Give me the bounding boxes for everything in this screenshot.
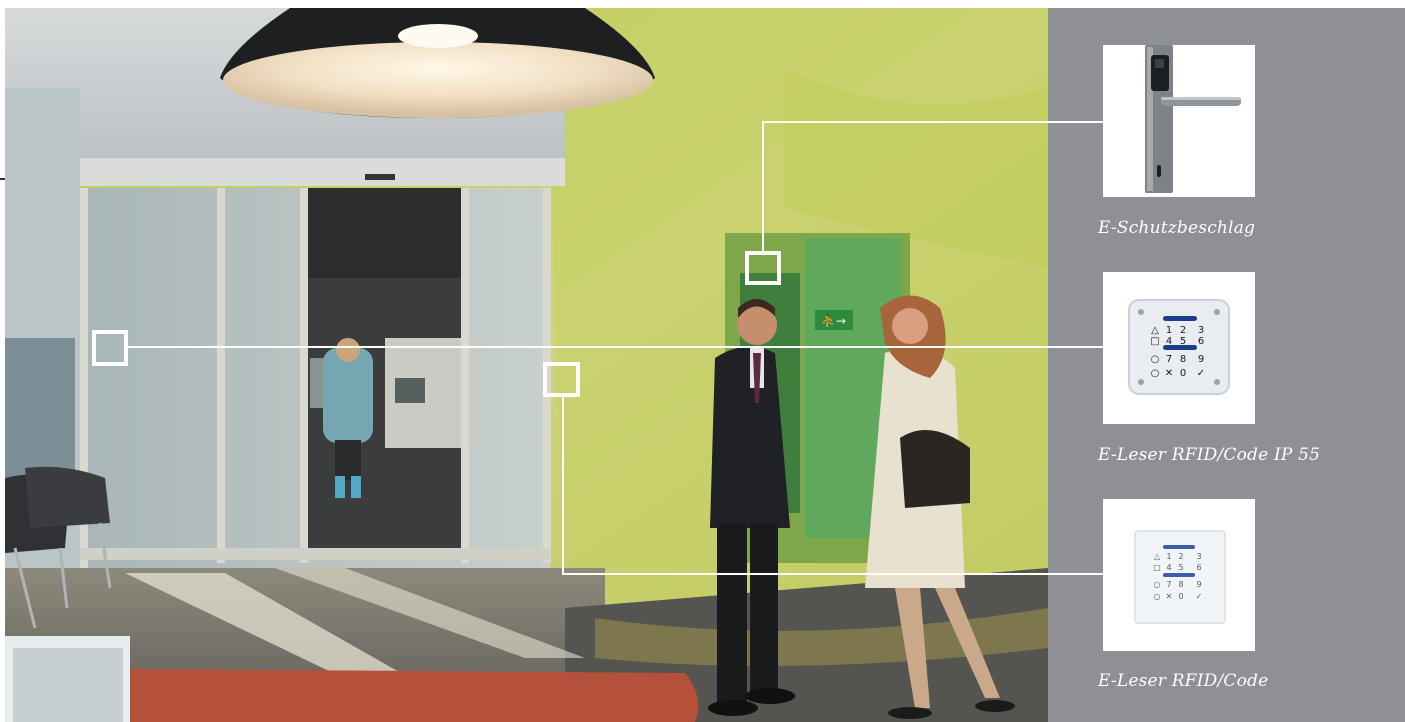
product-caption-3: E-Leser RFID/Code [1098, 671, 1269, 691]
key-4: 4 [1166, 336, 1172, 347]
flush-key-2: 2 [1178, 552, 1183, 561]
lobby-photo: ⛹→ [5, 8, 1048, 722]
key-3: 3 [1198, 325, 1204, 336]
flush-key-7: 7 [1166, 580, 1171, 589]
callout-line-1-horizontal [762, 121, 1104, 123]
key-1: 1 [1166, 325, 1172, 336]
callout-line-2-horizontal [125, 346, 1104, 348]
product-caption-2: E-Leser RFID/Code IP 55 [1098, 445, 1321, 465]
key-a: △ [1151, 325, 1159, 336]
flush-key-c: ○ [1154, 580, 1161, 589]
flush-key-ok: ✓ [1196, 592, 1203, 601]
flush-key-b: □ [1153, 563, 1161, 572]
flush-key-8: 8 [1178, 580, 1183, 589]
callout-line-1-vertical [762, 121, 764, 251]
exit-sign-text: ⛹→ [821, 313, 846, 328]
flush-key-9: 9 [1196, 580, 1201, 589]
key-d: ○ [1151, 368, 1160, 379]
location-marker-keypad-reader[interactable] [92, 330, 128, 366]
key-9: 9 [1198, 354, 1204, 365]
key-0: 0 [1180, 368, 1186, 379]
product-tile-door-handle[interactable] [1103, 45, 1255, 197]
flush-key-x: ✕ [1166, 592, 1173, 601]
flush-key-4: 4 [1166, 563, 1171, 572]
keypad-reader-icon: △ 1 2 3 □ 4 5 6 ○ 7 8 9 ○ ✕ 0 ✓ [1103, 299, 1255, 428]
location-marker-flush-keypad-reader[interactable] [543, 362, 580, 397]
key-7: 7 [1166, 354, 1172, 365]
callout-line-3-horizontal [562, 573, 1104, 575]
product-tile-flush-keypad-reader[interactable]: △ 1 2 3 □ 4 5 6 ○ 7 8 9 ○ ✕ 0 ✓ [1103, 499, 1255, 651]
key-8: 8 [1180, 354, 1186, 365]
key-2: 2 [1180, 325, 1186, 336]
key-ok: ✓ [1197, 368, 1205, 379]
flush-key-6: 6 [1196, 563, 1201, 572]
flush-keypad-reader-icon: △ 1 2 3 □ 4 5 6 ○ 7 8 9 ○ ✕ 0 ✓ [1103, 530, 1255, 655]
product-caption-1: E-Schutzbeschlag [1098, 218, 1256, 238]
key-b: □ [1150, 336, 1159, 347]
door-handle-icon [1103, 45, 1255, 201]
flush-key-3: 3 [1196, 552, 1201, 561]
flush-key-a: △ [1154, 552, 1161, 561]
key-x: ✕ [1165, 368, 1173, 379]
flush-key-1: 1 [1166, 552, 1171, 561]
callout-line-3-vertical [562, 395, 564, 575]
location-marker-door-handle[interactable] [745, 251, 781, 285]
key-c: ○ [1151, 354, 1160, 365]
flush-key-d: ○ [1154, 592, 1161, 601]
key-6: 6 [1198, 336, 1204, 347]
key-5: 5 [1180, 336, 1186, 347]
product-tile-keypad-reader[interactable]: △ 1 2 3 □ 4 5 6 ○ 7 8 9 ○ ✕ 0 ✓ [1103, 272, 1255, 424]
flush-key-0: 0 [1178, 592, 1183, 601]
lobby-scene-illustration: ⛹→ [5, 8, 1048, 722]
flush-key-5: 5 [1178, 563, 1183, 572]
